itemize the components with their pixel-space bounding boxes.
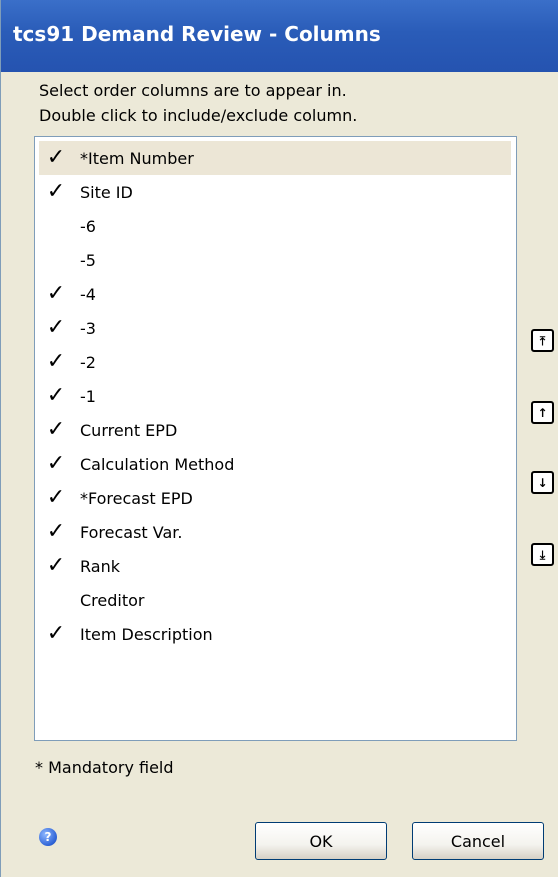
check-icon: ✓ xyxy=(46,145,66,170)
column-row[interactable]: ✓ -1 xyxy=(39,379,511,413)
check-icon: ✓ xyxy=(46,621,66,646)
help-icon[interactable]: ? xyxy=(39,828,57,846)
check-icon: ✓ xyxy=(46,383,66,408)
column-label: Rank xyxy=(80,556,120,576)
column-label: Current EPD xyxy=(80,420,178,440)
column-label: *Forecast EPD xyxy=(80,488,193,508)
columns-list[interactable]: ✓ *Item Number ✓ Site ID -6 -5 ✓ -4 ✓ -3 ✓ -2… xyxy=(34,136,517,741)
column-label: Item Description xyxy=(80,624,213,644)
cancel-button[interactable]: Cancel xyxy=(412,822,544,860)
check-icon: ✓ xyxy=(46,451,66,476)
column-row[interactable]: ✓ Site ID xyxy=(39,175,511,209)
column-row[interactable]: -6 xyxy=(39,209,511,243)
column-label: Creditor xyxy=(80,590,145,610)
column-label: Forecast Var. xyxy=(80,522,183,542)
move-top-button[interactable]: ⤒ xyxy=(531,329,554,352)
column-label: -1 xyxy=(80,386,96,406)
instruction-line-1: Select order columns are to appear in. xyxy=(39,81,347,100)
column-row[interactable]: -5 xyxy=(39,243,511,277)
column-row[interactable]: ✓ -2 xyxy=(39,345,511,379)
window-title: tcs91 Demand Review - Columns xyxy=(13,22,381,46)
check-icon: ✓ xyxy=(46,553,66,578)
check-icon: ✓ xyxy=(46,485,66,510)
column-row[interactable]: ✓ Forecast Var. xyxy=(39,515,511,549)
title-bar[interactable]: tcs91 Demand Review - Columns xyxy=(1,0,558,72)
instructions: Select order columns are to appear in. D… xyxy=(39,78,539,128)
move-down-icon: ↓ xyxy=(537,475,548,490)
dialog-window: tcs91 Demand Review - Columns Select ord… xyxy=(0,0,558,877)
check-icon: ✓ xyxy=(46,281,66,306)
move-down-button[interactable]: ↓ xyxy=(531,471,554,494)
column-row[interactable]: ✓ -3 xyxy=(39,311,511,345)
check-icon: ✓ xyxy=(46,179,66,204)
column-label: -2 xyxy=(80,352,96,372)
column-label: Calculation Method xyxy=(80,454,235,474)
move-top-icon: ⤒ xyxy=(539,333,546,348)
column-row[interactable]: Creditor xyxy=(39,583,511,617)
column-row[interactable]: ✓ Rank xyxy=(39,549,511,583)
column-row[interactable]: ✓ Calculation Method xyxy=(39,447,511,481)
check-icon: ✓ xyxy=(46,315,66,340)
check-icon: ✓ xyxy=(46,349,66,374)
column-label: -6 xyxy=(80,216,96,236)
move-up-button[interactable]: ↑ xyxy=(531,401,554,424)
check-icon: ✓ xyxy=(46,417,66,442)
column-label: -5 xyxy=(80,250,96,270)
column-row[interactable]: ✓ *Item Number xyxy=(39,141,511,175)
column-row[interactable]: ✓ Current EPD xyxy=(39,413,511,447)
move-up-icon: ↑ xyxy=(537,405,548,420)
mandatory-footnote: * Mandatory field xyxy=(35,758,174,777)
check-icon: ✓ xyxy=(46,519,66,544)
column-row[interactable]: ✓ Item Description xyxy=(39,617,511,651)
column-row[interactable]: ✓ *Forecast EPD xyxy=(39,481,511,515)
help-glyph: ? xyxy=(44,830,52,844)
move-bottom-icon: ⤓ xyxy=(539,547,546,562)
column-label: -3 xyxy=(80,318,96,338)
column-label: Site ID xyxy=(80,182,133,202)
column-label: *Item Number xyxy=(80,148,194,168)
instruction-line-2: Double click to include/exclude column. xyxy=(39,106,358,125)
ok-button[interactable]: OK xyxy=(255,822,387,860)
move-bottom-button[interactable]: ⤓ xyxy=(531,543,554,566)
column-label: -4 xyxy=(80,284,96,304)
column-row[interactable]: ✓ -4 xyxy=(39,277,511,311)
